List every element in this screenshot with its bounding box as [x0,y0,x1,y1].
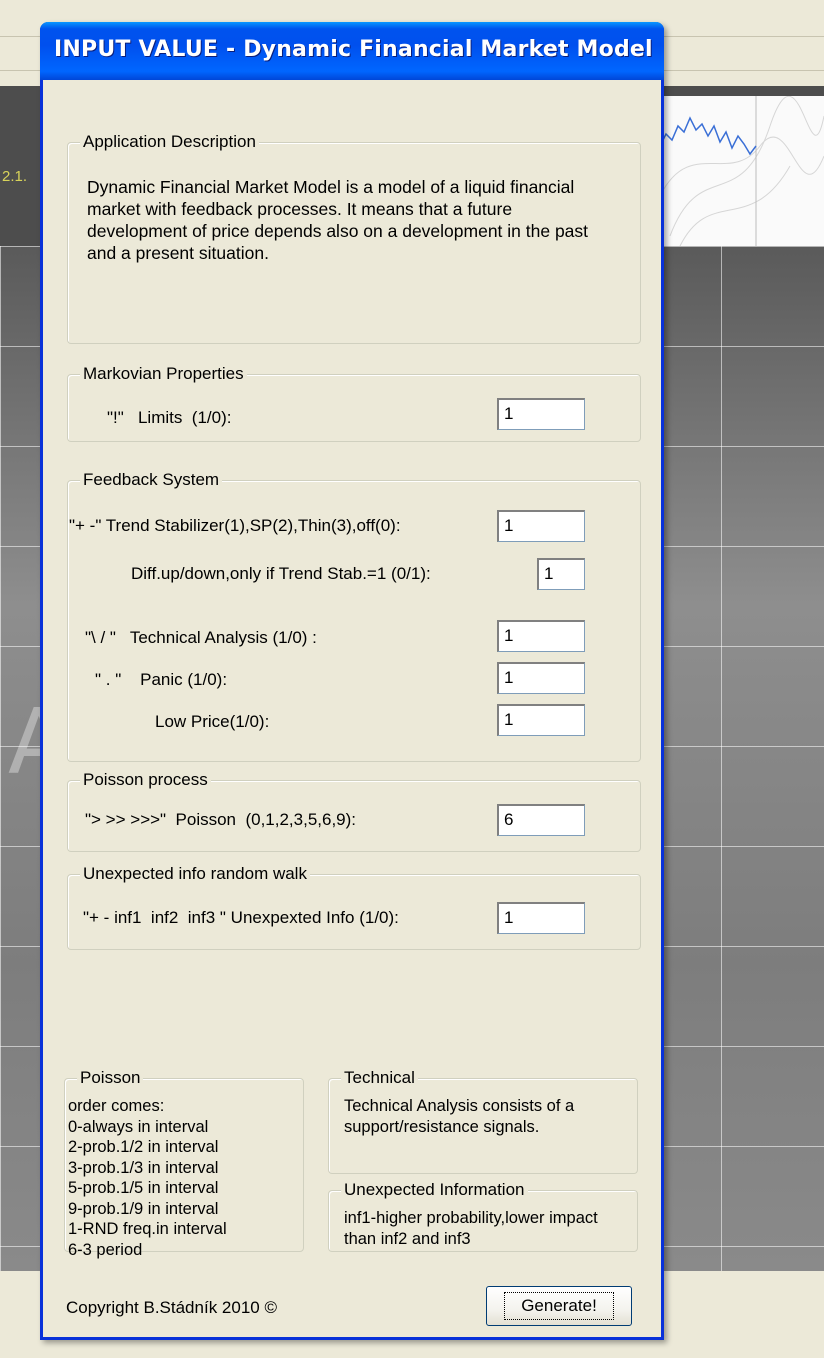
feedback-system-legend: Feedback System [80,470,223,490]
poisson-info-line: 0-always in interval [68,1117,209,1136]
poisson-info-line: 5-prob.1/5 in interval [68,1179,219,1197]
technical-analysis-label: "\ / " Technical Analysis (1/0) : [85,628,317,647]
unexpected-information-legend: Unexpected Information [341,1180,528,1200]
background-mini-chart [660,96,824,246]
poisson-info-line: 2-prob.1/2 in interval [68,1138,219,1156]
low-price-label: Low Price(1/0): [155,712,270,731]
poisson-process-legend: Poisson process [80,770,211,790]
poisson-label: "> >> >>>" Poisson (0,1,2,3,5,6,9): [85,810,357,829]
dialog-titlebar[interactable]: INPUT VALUE - Dynamic Financial Market M… [40,22,664,80]
trend-stabilizer-label: "+ -" Trend Stabilizer(1),SP(2),Thin(3),… [69,516,401,535]
poisson-info-line: 3-prob.1/3 in interval [68,1158,219,1177]
diff-up-down-label: Diff.up/down,only if Trend Stab.=1 (0/1)… [131,564,431,583]
application-description-legend: Application Description [80,132,259,152]
poisson-info-line: 9-prob.1/9 in interval [68,1199,219,1218]
trend-stabilizer-input[interactable]: 1 [497,510,585,542]
limits-label: "!" Limits (1/0): [107,408,232,427]
unexpected-info-label: "+ - inf1 inf2 inf3 " Unexpexted Info (1… [83,908,399,927]
poisson-info-line: 1-RND freq.in interval [68,1220,227,1238]
poisson-info-line: 6-3 period [68,1240,143,1259]
panic-input[interactable]: 1 [497,662,585,694]
markovian-properties-legend: Markovian Properties [80,364,247,384]
unexpected-info-walk-legend: Unexpected info random walk [80,864,310,884]
diff-up-down-input[interactable]: 1 [537,558,585,590]
technical-analysis-input[interactable]: 1 [497,620,585,652]
generate-button[interactable]: Generate! [486,1286,632,1326]
poisson-info-legend: Poisson [77,1068,144,1088]
limits-input[interactable]: 1 [497,398,585,430]
panic-label: " . " Panic (1/0): [95,670,228,689]
poisson-input[interactable]: 6 [497,804,585,836]
unexpected-information-text: inf1-higher probability,lower impact tha… [344,1209,598,1248]
dialog-title: INPUT VALUE - Dynamic Financial Market M… [54,37,653,62]
application-description-text: Dynamic Financial Market Model is a mode… [87,177,589,263]
background-strip-label: 2.1. [2,168,28,185]
technical-info-legend: Technical [341,1068,418,1088]
copyright-text: Copyright B.Stádník 2010 © [66,1298,277,1317]
poisson-info-line: order comes: [68,1097,165,1115]
unexpected-info-input[interactable]: 1 [497,902,585,934]
technical-info-text: Technical Analysis consists of a support… [344,1097,575,1136]
low-price-input[interactable]: 1 [497,704,585,736]
generate-button-label: Generate! [504,1292,614,1320]
